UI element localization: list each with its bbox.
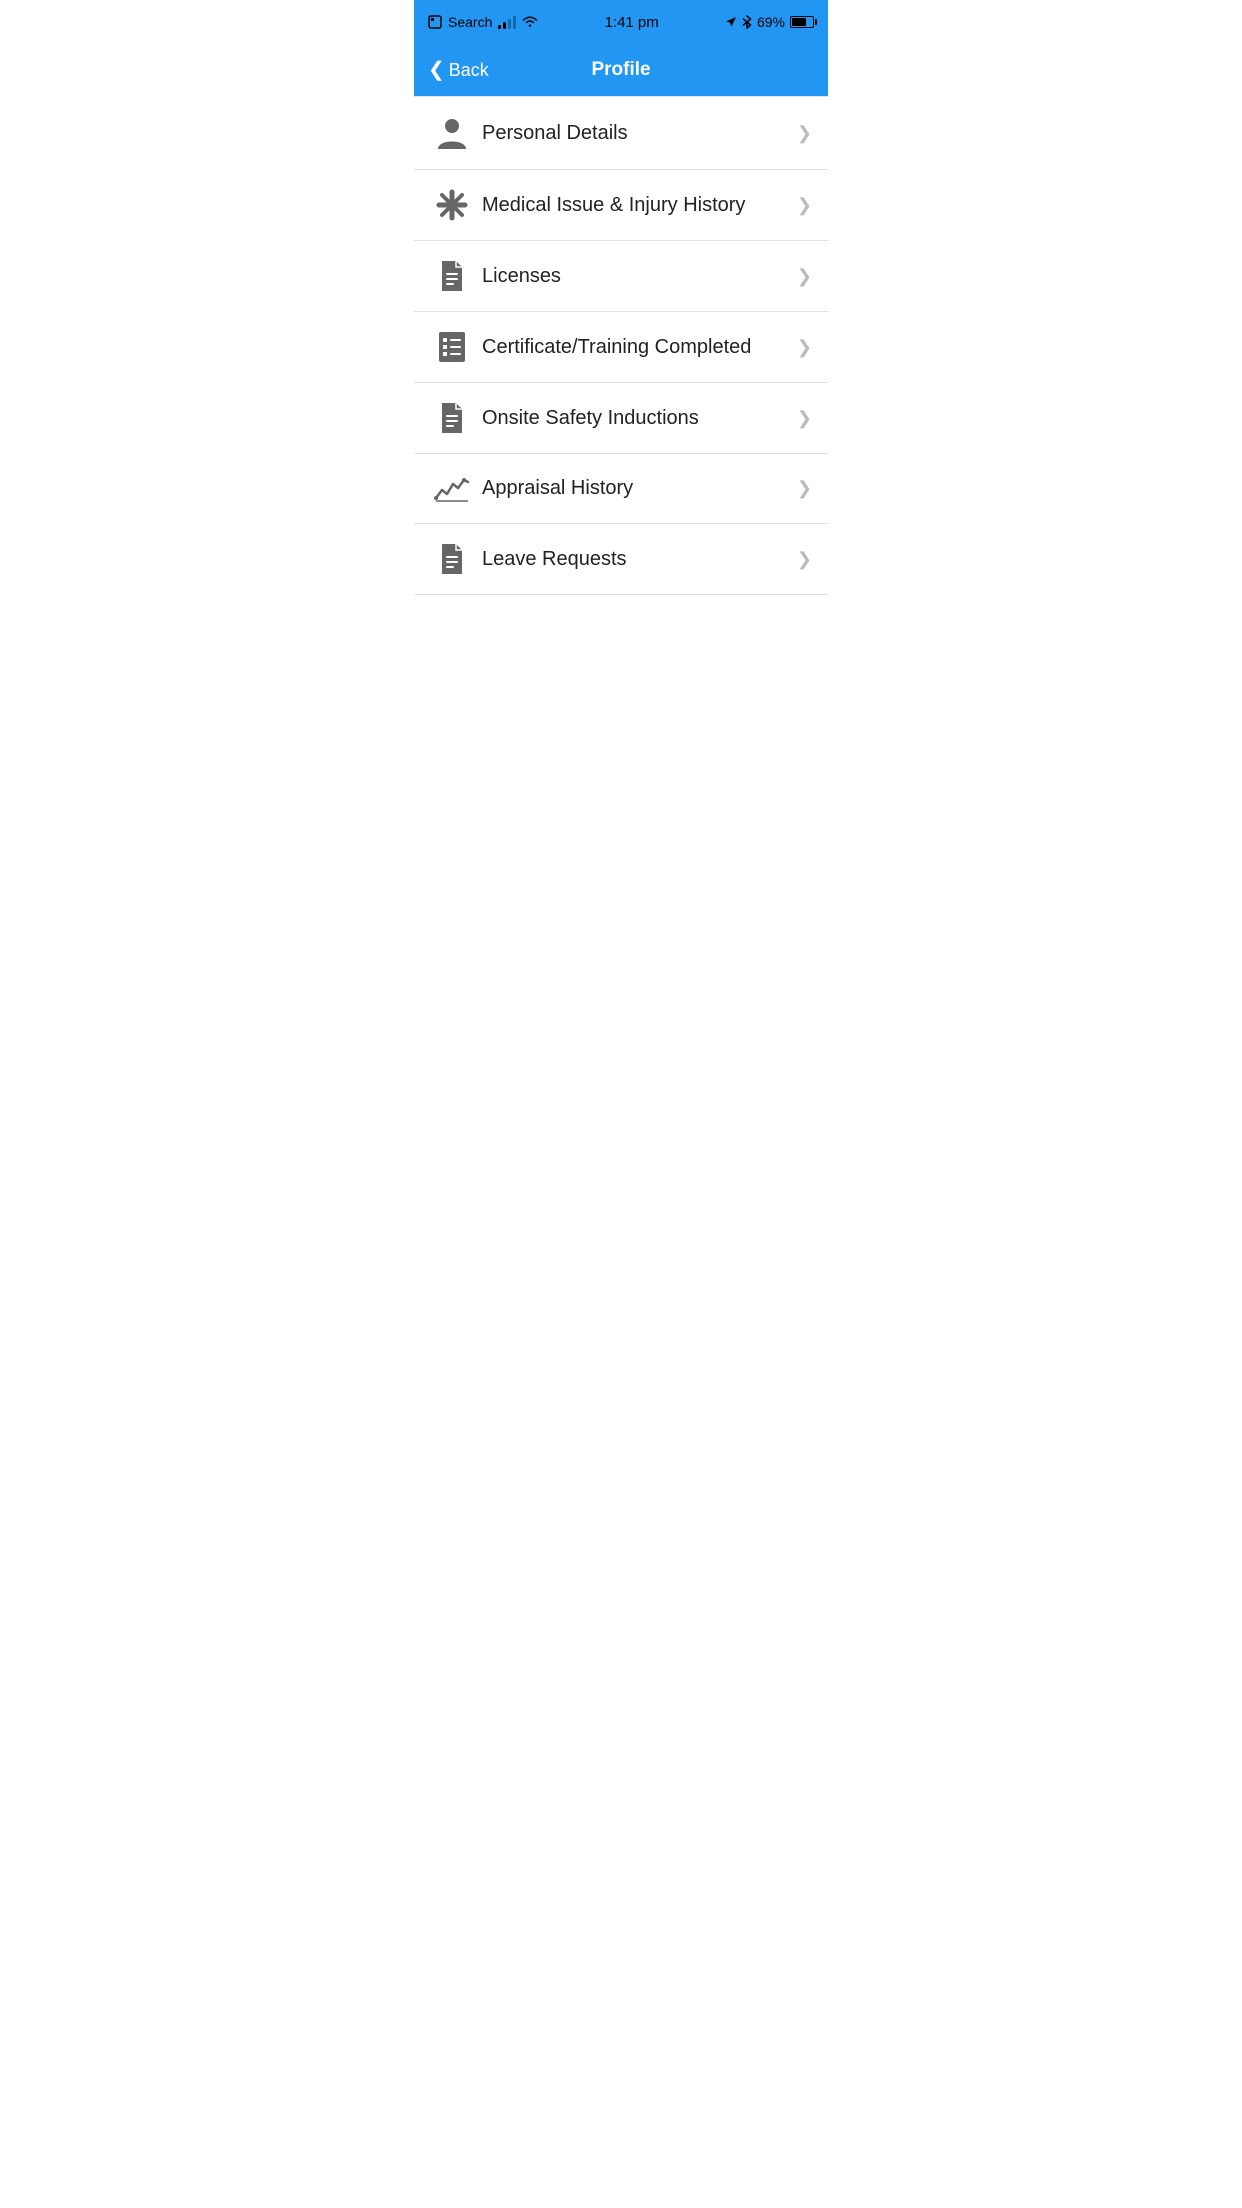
menu-item-personal-details[interactable]: Personal Details ❯: [414, 97, 828, 170]
status-time: 1:41 pm: [605, 14, 659, 31]
menu-item-licenses[interactable]: Licenses ❯: [414, 241, 828, 312]
nav-title: Profile: [591, 59, 650, 81]
chevron-right-icon: ❯: [797, 266, 812, 287]
location-icon: [725, 16, 737, 28]
status-left: Search: [428, 14, 538, 30]
status-right: 69%: [725, 14, 814, 30]
battery-percentage: 69%: [757, 14, 785, 30]
back-chevron-icon: ❮: [428, 60, 445, 80]
app-icon: [428, 15, 442, 29]
status-bar: Search 1:41 pm 69%: [414, 0, 828, 44]
battery-icon: [790, 16, 814, 28]
blank-area: [414, 595, 828, 995]
menu-item-label: Personal Details: [482, 122, 797, 145]
nav-bar: ❮ Back Profile: [414, 44, 828, 96]
medical-icon: [430, 188, 474, 222]
chevron-right-icon: ❯: [797, 549, 812, 570]
list-document-icon: [430, 330, 474, 364]
menu-list: Personal Details ❯ Medical Issue & Injur…: [414, 97, 828, 595]
signal-bars-icon: [498, 15, 516, 29]
menu-item-medical-issue[interactable]: Medical Issue & Injury History ❯: [414, 170, 828, 241]
carrier-label: Search: [448, 14, 492, 30]
back-button[interactable]: ❮ Back: [428, 60, 489, 81]
menu-item-label: Licenses: [482, 265, 797, 288]
menu-item-certificate-training[interactable]: Certificate/Training Completed ❯: [414, 312, 828, 383]
back-label: Back: [449, 60, 489, 81]
chevron-right-icon: ❯: [797, 123, 812, 144]
chart-icon: [430, 476, 474, 502]
chevron-right-icon: ❯: [797, 337, 812, 358]
bluetooth-icon: [742, 15, 752, 29]
document-icon: [430, 401, 474, 435]
menu-item-label: Appraisal History: [482, 477, 797, 500]
document-icon: [430, 259, 474, 293]
menu-item-label: Onsite Safety Inductions: [482, 407, 797, 430]
document-icon: [430, 542, 474, 576]
menu-item-label: Leave Requests: [482, 548, 797, 571]
chevron-right-icon: ❯: [797, 408, 812, 429]
wifi-icon: [522, 14, 538, 30]
chevron-right-icon: ❯: [797, 195, 812, 216]
menu-item-appraisal-history[interactable]: Appraisal History ❯: [414, 454, 828, 524]
person-icon: [430, 115, 474, 151]
menu-item-label: Medical Issue & Injury History: [482, 194, 797, 217]
chevron-right-icon: ❯: [797, 478, 812, 499]
menu-item-leave-requests[interactable]: Leave Requests ❯: [414, 524, 828, 595]
menu-item-onsite-safety[interactable]: Onsite Safety Inductions ❯: [414, 383, 828, 454]
menu-item-label: Certificate/Training Completed: [482, 336, 797, 359]
